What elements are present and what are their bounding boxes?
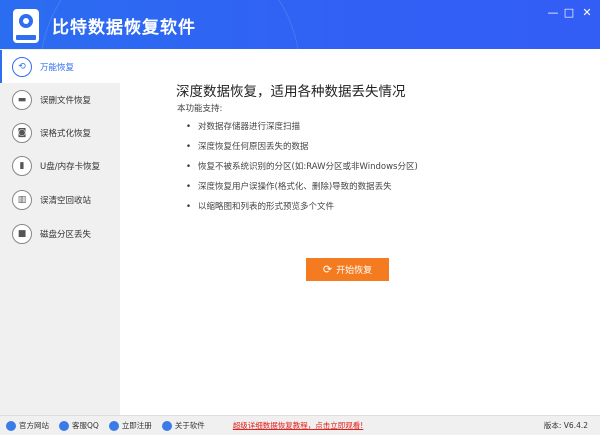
list-item: 深度恢复用户误操作(格式化、删除)导致的数据丢失 xyxy=(186,177,418,197)
sidebar-item-label: 误删文件恢复 xyxy=(40,95,92,106)
folder-icon: ▬ xyxy=(12,89,32,110)
sidebar-item-label: 误格式化恢复 xyxy=(40,128,92,139)
refresh-icon: ⟲ xyxy=(12,56,32,77)
sidebar: ⟲ 万能恢复 ▬ 误删文件恢复 ◙ 误格式化恢复 ▮ U盘/内存卡恢复 ▥ 误清空回收站 … xyxy=(0,49,120,415)
sidebar-item-recycle-bin[interactable]: ▥ 误清空回收站 xyxy=(0,183,120,216)
home-icon xyxy=(6,420,16,431)
list-item: 深度恢复任何原因丢失的数据 xyxy=(186,137,418,157)
status-bar: 官方网站 客服QQ 立即注册 关于软件 超级详细数据恢复教程，点击立即观看! 版… xyxy=(0,415,600,435)
sidebar-item-label: U盘/内存卡恢复 xyxy=(40,161,101,172)
sidebar-item-deleted-files[interactable]: ▬ 误删文件恢复 xyxy=(0,83,120,116)
sidebar-item-label: 万能恢复 xyxy=(40,62,75,73)
sidebar-item-usb-recovery[interactable]: ▮ U盘/内存卡恢复 xyxy=(0,149,120,182)
qq-icon xyxy=(59,420,69,431)
minimize-button[interactable]: — xyxy=(546,6,560,19)
tutorial-promo-link[interactable]: 超级详细数据恢复教程，点击立即观看! xyxy=(233,420,364,431)
version-label: 版本: V6.4.2 xyxy=(543,421,588,430)
disk-format-icon: ◙ xyxy=(12,122,32,143)
sidebar-item-format-recovery[interactable]: ◙ 误格式化恢复 xyxy=(0,116,120,149)
features-label: 本功能支持: xyxy=(177,104,223,114)
list-item: 以缩略图和列表的形式预览多个文件 xyxy=(186,197,418,217)
official-site-link[interactable]: 官方网站 xyxy=(6,420,49,431)
usb-icon: ▮ xyxy=(12,155,32,176)
info-icon xyxy=(161,420,172,431)
link-label: 官方网站 xyxy=(19,421,49,430)
maximize-button[interactable]: □ xyxy=(562,6,576,19)
page-title: 深度数据恢复，适用各种数据丢失情况 xyxy=(176,84,406,100)
feature-list: 对数据存储器进行深度扫描 深度恢复任何原因丢失的数据 恢复不被系统识别的分区(如… xyxy=(186,117,418,217)
sidebar-item-partition-lost[interactable]: ■ 磁盘分区丢失 xyxy=(0,217,120,250)
link-label: 关于软件 xyxy=(174,421,205,430)
link-label: 立即注册 xyxy=(121,421,152,430)
register-link[interactable]: 立即注册 xyxy=(108,420,152,431)
app-logo-icon xyxy=(13,9,39,43)
trash-icon: ▥ xyxy=(12,189,32,210)
start-recovery-label: 开始恢复 xyxy=(336,266,373,276)
qq-support-link[interactable]: 客服QQ xyxy=(59,420,99,431)
list-item: 恢复不被系统识别的分区(如:RAW分区或非Windows分区) xyxy=(186,157,418,177)
partition-icon: ■ xyxy=(12,223,32,244)
title-bar: 比特数据恢复软件 — □ ✕ xyxy=(0,0,600,49)
sidebar-item-label: 误清空回收站 xyxy=(40,195,92,206)
main-panel: 深度数据恢复，适用各种数据丢失情况 本功能支持: 对数据存储器进行深度扫描 深度… xyxy=(120,49,600,415)
refresh-icon: ⟳ xyxy=(322,263,333,276)
app-title: 比特数据恢复软件 xyxy=(52,18,196,38)
list-item: 对数据存储器进行深度扫描 xyxy=(186,117,418,137)
link-label: 客服QQ xyxy=(72,421,99,430)
sidebar-item-universal-recovery[interactable]: ⟲ 万能恢复 xyxy=(0,50,120,83)
close-button[interactable]: ✕ xyxy=(580,6,594,19)
user-icon xyxy=(108,420,119,431)
start-recovery-button[interactable]: ⟳ 开始恢复 xyxy=(306,258,389,281)
about-link[interactable]: 关于软件 xyxy=(161,420,205,431)
sidebar-item-label: 磁盘分区丢失 xyxy=(40,229,92,240)
